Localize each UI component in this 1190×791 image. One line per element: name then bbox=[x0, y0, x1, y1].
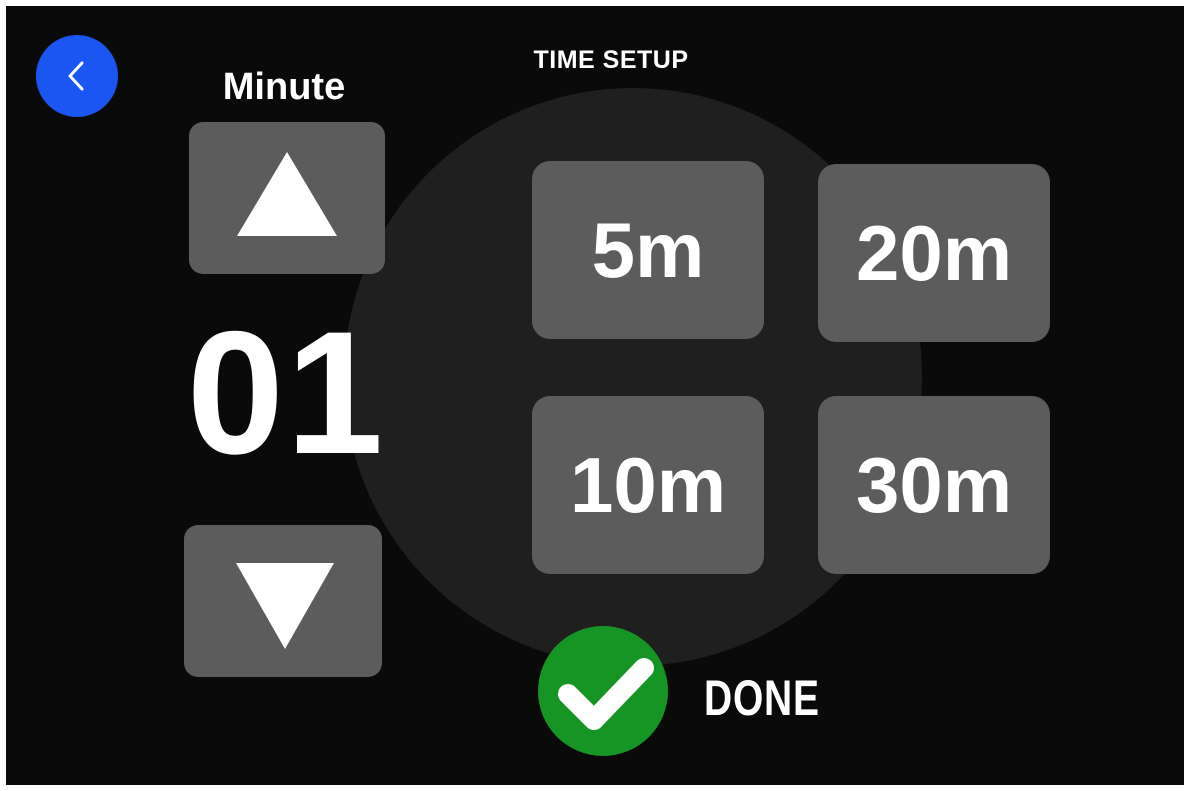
chevron-left-icon bbox=[68, 61, 84, 91]
triangle-up-icon bbox=[237, 152, 337, 236]
checkmark-icon bbox=[558, 658, 654, 730]
done-circle bbox=[538, 626, 668, 756]
time-setup-screen: TIME SETUP Minute 01 5m 20m 10m 30m DONE bbox=[6, 6, 1184, 785]
preset-30m-button[interactable]: 30m bbox=[818, 396, 1050, 574]
back-button[interactable] bbox=[36, 35, 118, 117]
done-button[interactable]: DONE bbox=[536, 626, 826, 756]
page-title: TIME SETUP bbox=[533, 46, 689, 74]
preset-5m-button[interactable]: 5m bbox=[532, 161, 764, 339]
minute-value: 01 bbox=[186, 296, 386, 491]
minute-decrease-button[interactable] bbox=[184, 525, 382, 677]
done-label: DONE bbox=[704, 670, 820, 726]
preset-10m-button[interactable]: 10m bbox=[532, 396, 764, 574]
triangle-down-icon bbox=[236, 563, 334, 649]
minute-increase-button[interactable] bbox=[189, 122, 385, 274]
preset-20m-button[interactable]: 20m bbox=[818, 164, 1050, 342]
minute-label: Minute bbox=[222, 66, 346, 108]
